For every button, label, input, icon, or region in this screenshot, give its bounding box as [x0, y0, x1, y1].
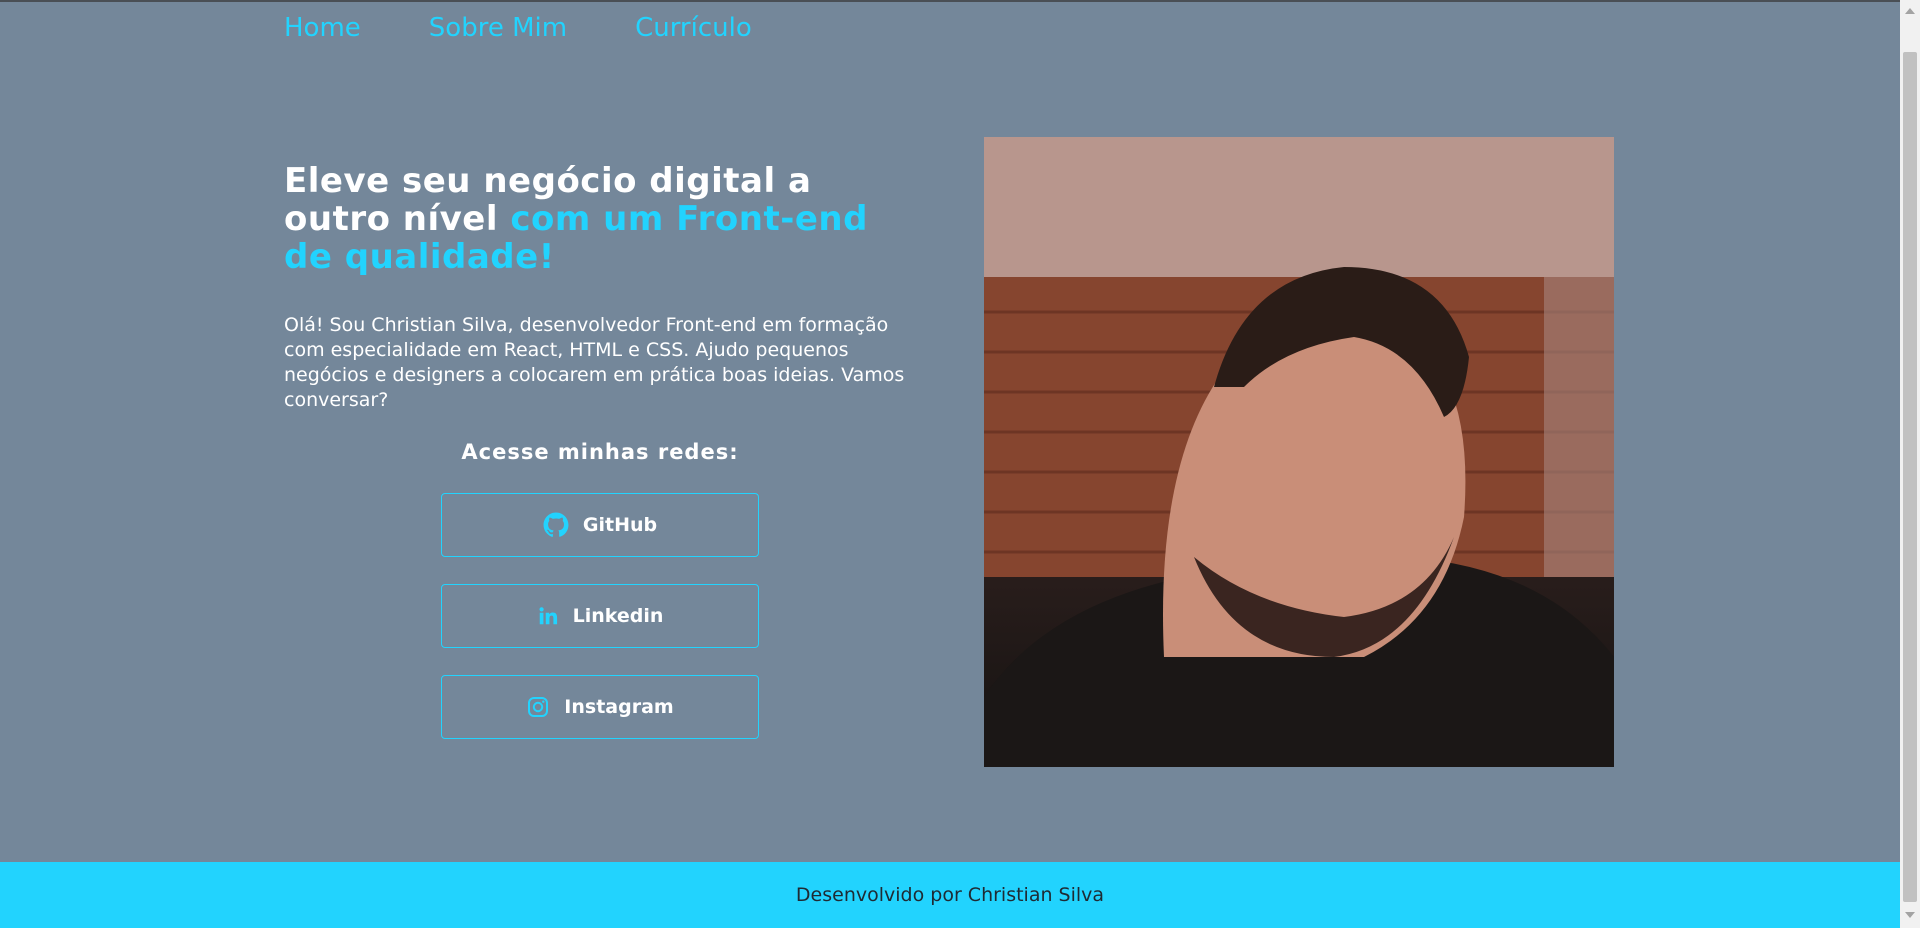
github-button[interactable]: GitHub	[441, 493, 759, 557]
github-label: GitHub	[582, 514, 658, 536]
linkedin-label: Linkedin	[572, 605, 664, 627]
footer-text: Desenvolvido por Christian Silva	[795, 884, 1105, 906]
scrollbar-thumb[interactable]	[1903, 52, 1917, 902]
linkedin-icon	[537, 605, 559, 627]
nav-about-link[interactable]: Sobre Mim	[429, 13, 567, 43]
intro-text: Olá! Sou Christian Silva, desenvolvedor …	[284, 314, 905, 411]
linkedin-button[interactable]: Linkedin	[441, 584, 759, 648]
instagram-button[interactable]: Instagram	[441, 675, 759, 739]
nav-resume-link[interactable]: Currículo	[635, 13, 752, 43]
browser-top-border	[0, 0, 1920, 2]
social-title: Acesse minhas redes:	[461, 440, 739, 464]
nav-home-link[interactable]: Home	[284, 13, 361, 43]
profile-photo	[984, 137, 1614, 767]
main-nav: Home Sobre Mim Currículo	[284, 8, 752, 48]
github-icon	[543, 512, 569, 538]
footer: Desenvolvido por Christian Silva	[0, 862, 1900, 928]
hero-title: Eleve seu negócio digital a outro nível …	[284, 162, 904, 276]
instagram-icon	[526, 695, 550, 719]
instagram-label: Instagram	[564, 696, 674, 718]
scroll-down-arrow-icon[interactable]	[1905, 912, 1915, 918]
scroll-up-arrow-icon[interactable]	[1905, 8, 1915, 14]
